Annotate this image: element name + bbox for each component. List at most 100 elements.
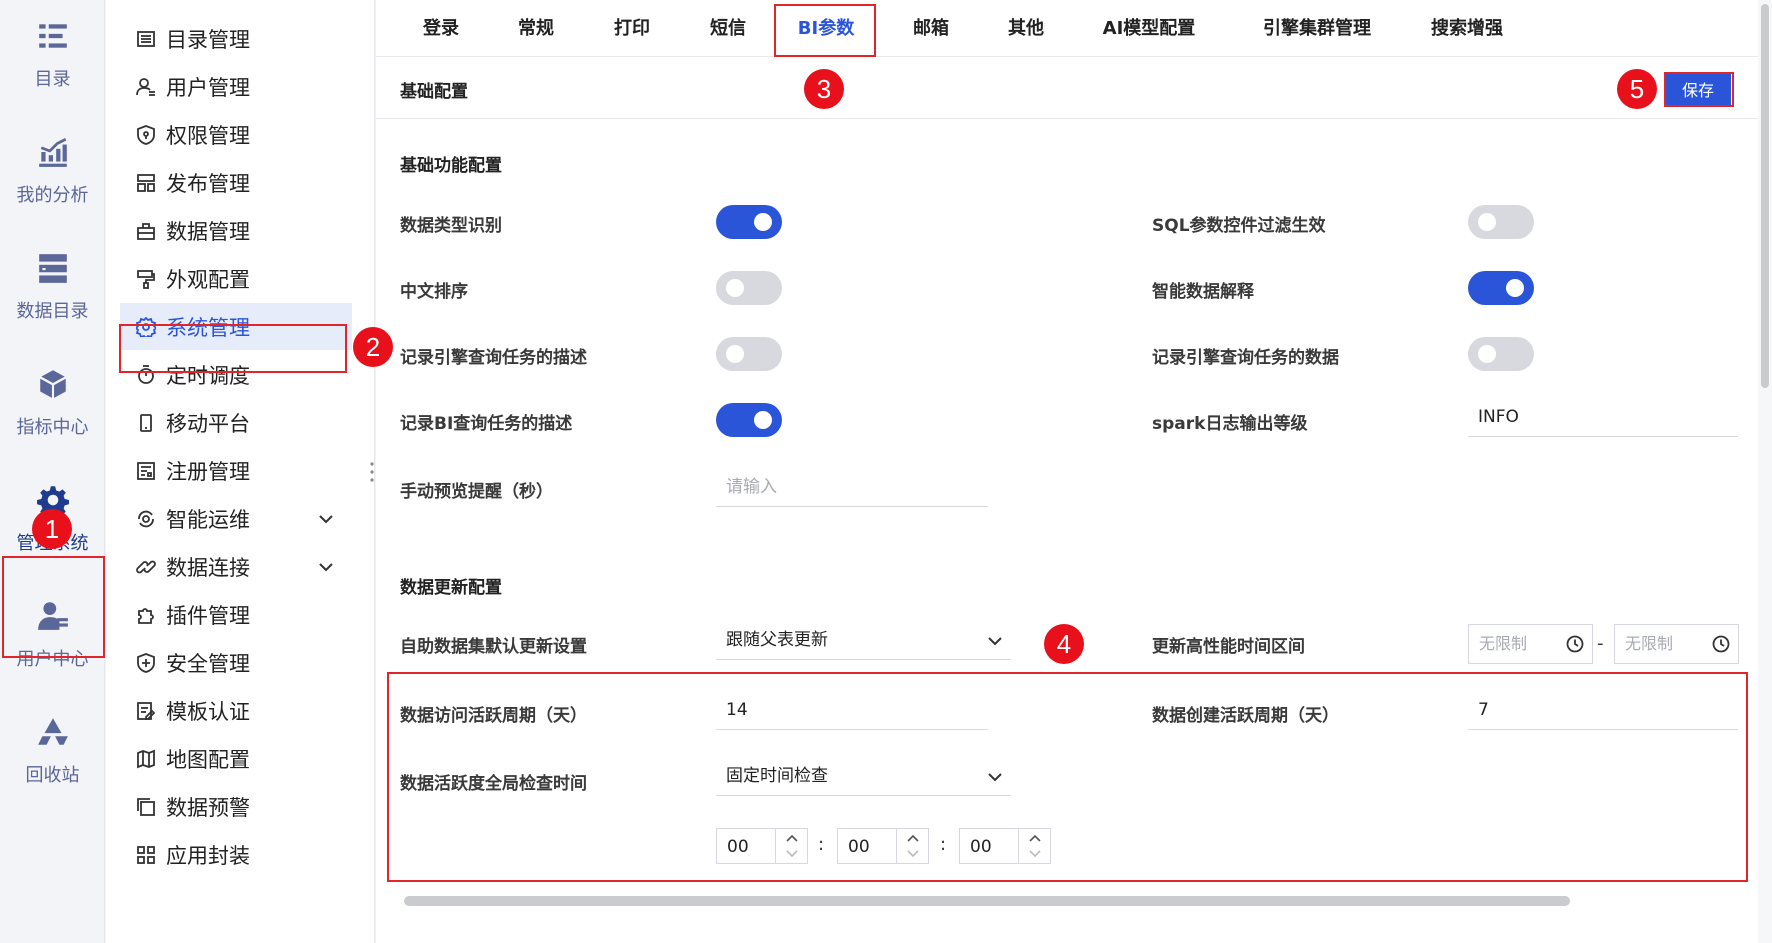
template-icon (137, 701, 156, 720)
rail-item-recycle-bin[interactable]: 回收站 (0, 696, 105, 806)
chevron-down-icon[interactable] (1027, 848, 1043, 860)
tab-general[interactable]: 常规 (501, 0, 571, 57)
nav-item-data-mgmt[interactable]: 数据管理 (120, 207, 352, 254)
log-engine-data-label: 记录引擎查询任务的数据 (1152, 348, 1339, 368)
manual-preview-label: 手动预览提醒（秒） (400, 482, 553, 502)
log-engine-desc-toggle[interactable] (716, 337, 782, 371)
minute-stepper[interactable]: 00 (837, 828, 929, 864)
global-check-time-label: 数据活跃度全局检查时间 (400, 774, 587, 794)
data-type-detect-label: 数据类型识别 (400, 216, 502, 236)
nav-item-data-connection[interactable]: 数据连接 (120, 543, 352, 590)
nav-item-system-mgmt[interactable]: 系统管理 (120, 303, 352, 350)
nav-item-register-mgmt[interactable]: 注册管理 (120, 447, 352, 494)
nav-item-template-cert[interactable]: 模板认证 (120, 687, 352, 734)
chevron-down-icon[interactable] (905, 848, 921, 860)
tab-other[interactable]: 其他 (991, 0, 1061, 57)
nav-label: 发布管理 (166, 171, 250, 196)
catalog-icon (38, 24, 67, 48)
access-active-period-input[interactable] (716, 690, 988, 730)
tab-bi-params[interactable]: BI参数 (776, 0, 876, 57)
toggle-knob (726, 345, 744, 363)
nav-item-catalog-mgmt[interactable]: 目录管理 (120, 15, 352, 62)
nav-item-security-mgmt[interactable]: 安全管理 (120, 639, 352, 686)
map-icon (137, 749, 155, 768)
link-icon (136, 560, 156, 573)
nav-label: 模板认证 (166, 699, 250, 724)
chevron-down-icon[interactable] (784, 848, 800, 860)
nav-item-app-package[interactable]: 应用封装 (120, 831, 352, 878)
log-engine-data-toggle[interactable] (1468, 337, 1534, 371)
analysis-icon (38, 138, 67, 167)
toggle-knob (754, 213, 772, 231)
admin-nav: 目录管理 用户管理 权限管理 发布管理 数据管理 外观配置 系统管理 定时调度 … (106, 0, 375, 943)
metrics-icon (39, 370, 66, 398)
chevron-up-icon[interactable] (1027, 832, 1043, 844)
nav-item-user-mgmt[interactable]: 用户管理 (120, 63, 352, 110)
sql-param-filter-toggle[interactable] (1468, 205, 1534, 239)
spark-log-level-input[interactable] (1468, 397, 1738, 437)
create-active-period-input[interactable] (1468, 690, 1738, 730)
tab-print[interactable]: 打印 (597, 0, 667, 57)
save-button[interactable]: 保存 (1665, 72, 1731, 105)
nav-label: 应用封装 (166, 843, 250, 868)
nav-item-map-config[interactable]: 地图配置 (120, 735, 352, 782)
high-perf-end-picker[interactable]: 无限制 (1614, 624, 1739, 664)
rail-item-catalog[interactable]: 目录 (0, 0, 105, 110)
nav-item-mobile-platform[interactable]: 移动平台 (120, 399, 352, 446)
nav-label: 安全管理 (166, 651, 250, 676)
stepper-controls (1018, 829, 1050, 863)
nav-label: 目录管理 (166, 27, 250, 52)
second-stepper[interactable]: 00 (959, 828, 1051, 864)
stepper-controls (896, 829, 928, 863)
chinese-sort-toggle[interactable] (716, 271, 782, 305)
rail-item-my-analysis[interactable]: 我的分析 (0, 116, 105, 226)
tab-sms[interactable]: 短信 (693, 0, 763, 57)
nav-item-plugin-mgmt[interactable]: 插件管理 (120, 591, 352, 638)
smart-explain-toggle[interactable] (1468, 271, 1534, 305)
annotation-badge: 5 (1617, 69, 1657, 109)
tab-mail[interactable]: 邮箱 (896, 0, 966, 57)
nav-label: 数据预警 (166, 795, 250, 820)
icon-rail: 目录 我的分析 数据目录 指标中心 管理系统 用户中心 回收站 (0, 0, 105, 943)
high-perf-start-picker[interactable]: 无限制 (1468, 624, 1593, 664)
data-catalog-icon (38, 254, 67, 283)
nav-item-permission-mgmt[interactable]: 权限管理 (120, 111, 352, 158)
nav-item-appearance-config[interactable]: 外观配置 (120, 255, 352, 302)
tab-engine-cluster-mgmt[interactable]: 引擎集群管理 (1242, 0, 1392, 57)
vertical-scrollbar[interactable] (1761, 4, 1769, 388)
tab-login[interactable]: 登录 (406, 0, 476, 57)
tab-search-enhance[interactable]: 搜索增强 (1412, 0, 1522, 57)
nav-item-schedule[interactable]: 定时调度 (120, 351, 352, 398)
log-bi-desc-toggle[interactable] (716, 403, 782, 437)
chevron-up-icon[interactable] (784, 832, 800, 844)
hour-stepper[interactable]: 00 (716, 828, 808, 864)
tab-ai-model-config[interactable]: AI模型配置 (1084, 0, 1214, 57)
chevron-down-icon[interactable] (318, 559, 334, 575)
nav-item-smart-ops[interactable]: 智能运维 (120, 495, 352, 542)
data-type-detect-toggle[interactable] (716, 205, 782, 239)
rail-item-data-catalog[interactable]: 数据目录 (0, 232, 105, 342)
basic-group-title: 基础功能配置 (400, 156, 502, 176)
chevron-up-icon[interactable] (905, 832, 921, 844)
app-icon (137, 845, 155, 864)
rail-item-user-center[interactable]: 用户中心 (0, 580, 105, 690)
manual-preview-input[interactable] (716, 467, 988, 507)
log-bi-desc-label: 记录BI查询任务的描述 (400, 414, 573, 434)
horizontal-scrollbar[interactable] (404, 896, 1570, 906)
nav-label: 权限管理 (166, 123, 250, 148)
alert-icon (137, 797, 155, 816)
global-check-time-select[interactable]: 固定时间检查 (716, 756, 1011, 796)
self-dataset-update-select[interactable]: 跟随父表更新 (716, 620, 1011, 660)
rail-label: 用户中心 (16, 649, 89, 670)
user-center-icon (37, 602, 68, 630)
recycle-icon (37, 718, 68, 745)
nav-item-publish-mgmt[interactable]: 发布管理 (120, 159, 352, 206)
nav-label: 移动平台 (166, 411, 250, 436)
rail-item-metrics[interactable]: 指标中心 (0, 348, 105, 458)
range-separator: - (1597, 633, 1604, 654)
nav-item-data-alert[interactable]: 数据预警 (120, 783, 352, 830)
self-dataset-update-label: 自助数据集默认更新设置 (400, 637, 587, 657)
chevron-down-icon[interactable] (318, 511, 334, 527)
gear-icon (136, 316, 156, 337)
time-separator: : (818, 834, 825, 855)
